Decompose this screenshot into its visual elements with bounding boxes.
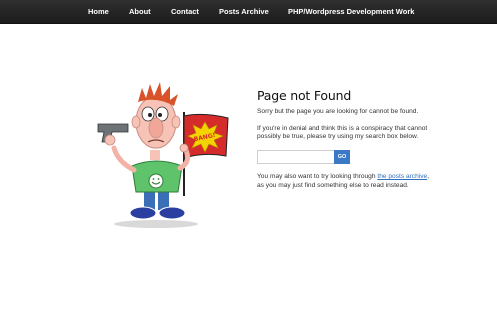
cartoon-man-illustration: BANG! xyxy=(97,82,229,228)
right-hand xyxy=(179,143,189,153)
left-hand xyxy=(104,134,116,146)
search-form: GO xyxy=(257,150,432,165)
smiley-face-icon xyxy=(148,173,164,189)
left-arm xyxy=(111,145,137,173)
nav-item-contact[interactable]: Contact xyxy=(171,7,199,16)
posts-archive-link[interactable]: the posts archive xyxy=(377,173,427,180)
ground-shadow xyxy=(114,220,198,228)
left-shoe xyxy=(129,206,157,220)
search-go-button[interactable]: GO xyxy=(334,150,350,165)
conspiracy-paragraph: If you're in denial and think this is a … xyxy=(257,124,428,141)
intro-paragraph: Sorry but the page you are looking for c… xyxy=(257,108,419,115)
archive-paragraph: You may also want to try looking through… xyxy=(257,173,432,190)
nav-item-posts-archive[interactable]: Posts Archive xyxy=(219,7,269,16)
left-eye xyxy=(141,106,155,122)
archive-text-before: You may also want to try looking through xyxy=(257,173,378,181)
not-found-content: Page not Found Sorry but the page you ar… xyxy=(257,88,432,199)
nose xyxy=(148,117,164,139)
right-shoe xyxy=(158,206,186,220)
nav-item-php-wordpress-work[interactable]: PHP/Wordpress Development Work xyxy=(288,7,414,16)
nav-item-home[interactable]: Home xyxy=(88,7,109,16)
top-nav-bar: Home About Contact Posts Archive PHP/Wor… xyxy=(0,0,497,24)
page-title: Page not Found xyxy=(257,88,352,103)
nav-item-about[interactable]: About xyxy=(129,7,151,16)
search-input[interactable] xyxy=(257,150,335,165)
